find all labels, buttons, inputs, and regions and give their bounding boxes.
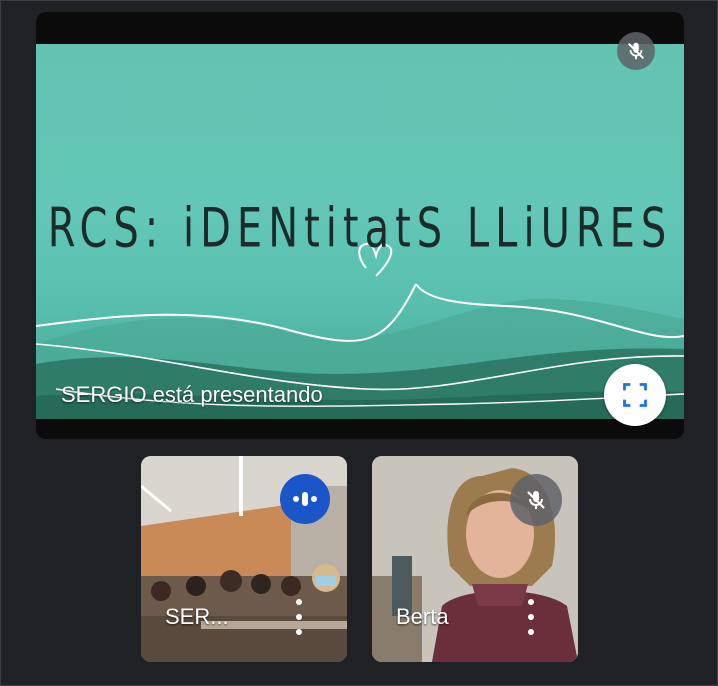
presenting-label: SERGIO está presentando: [61, 382, 323, 407]
participant-tile[interactable]: Berta: [372, 456, 578, 662]
dot: [528, 599, 534, 605]
more-options-button[interactable]: [523, 599, 539, 635]
mic-off-icon: [527, 491, 545, 509]
dot: [296, 629, 302, 635]
fullscreen-button[interactable]: [604, 364, 666, 426]
speaking-indicator: [280, 474, 330, 524]
participant-tile[interactable]: SER...: [141, 456, 347, 662]
fullscreen-icon: [623, 383, 647, 407]
participant-name: Berta: [396, 604, 449, 629]
presentation-tile[interactable]: RCS: iDENtitatS LLiURES SERGIO está pres…: [36, 12, 684, 439]
dot: [296, 614, 302, 620]
slide-title: RCS: iDENtitatS LLiURES: [47, 197, 673, 261]
participant-name: SER...: [165, 604, 229, 629]
more-options-button[interactable]: [291, 599, 307, 635]
audio-level-icon: [293, 492, 317, 506]
presenter-mic-status: [617, 32, 655, 70]
mic-off-icon: [627, 42, 645, 60]
dot: [528, 629, 534, 635]
shared-slide: RCS: iDENtitatS LLiURES: [36, 44, 684, 419]
dot: [296, 599, 302, 605]
dot: [528, 614, 534, 620]
participant-mic-status: [510, 474, 562, 526]
